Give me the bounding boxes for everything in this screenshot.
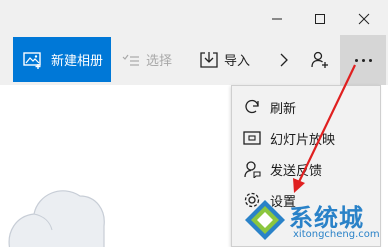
watermark-name: 系统城: [289, 204, 364, 232]
watermark-url: xitongcheng.com: [293, 229, 380, 240]
more-options-button[interactable]: [340, 35, 386, 85]
cloud-illustration: [8, 190, 105, 247]
photos-app-window: 新建相册 选择 导入 刷新 幻灯片放映 发送反馈 设置 系统城 xitongch…: [0, 0, 388, 247]
slideshow-icon: [242, 130, 262, 146]
checklist-icon: [122, 54, 139, 66]
menu-item-label: 发送反馈: [270, 163, 323, 179]
next-button[interactable]: [279, 37, 289, 82]
account-button[interactable]: [311, 37, 329, 82]
import-label: 导入: [224, 54, 251, 69]
more-dot: [354, 58, 358, 62]
person-add-icon: [311, 51, 328, 68]
new-album-label: 新建相册: [51, 54, 104, 69]
menu-item-label: 幻灯片放映: [270, 132, 336, 148]
menu-item-label: 刷新: [270, 101, 297, 117]
select-button[interactable]: 选择: [122, 37, 172, 82]
import-button[interactable]: 导入: [200, 37, 250, 82]
watermark: 系统城 xitongcheng.com: [243, 196, 388, 247]
maximize-button[interactable]: [306, 6, 334, 32]
import-icon: [200, 51, 218, 68]
close-icon: [358, 13, 370, 25]
menu-item-slideshow[interactable]: 幻灯片放映: [232, 123, 380, 153]
refresh-icon: [242, 98, 262, 116]
menu-item-refresh[interactable]: 刷新: [232, 92, 380, 122]
minimize-button[interactable]: [263, 6, 291, 32]
maximize-icon: [315, 14, 325, 24]
new-album-button[interactable]: 新建相册: [13, 37, 111, 82]
menu-item-feedback[interactable]: 发送反馈: [232, 154, 380, 184]
new-album-icon: [23, 51, 41, 69]
more-dot: [368, 58, 372, 62]
more-dot: [361, 58, 365, 62]
watermark-logo: [245, 200, 285, 240]
close-button[interactable]: [350, 6, 378, 32]
minimize-icon: [272, 18, 282, 20]
select-label: 选择: [146, 54, 173, 69]
chevron-right-icon: [280, 53, 288, 66]
feedback-icon: [242, 160, 262, 178]
